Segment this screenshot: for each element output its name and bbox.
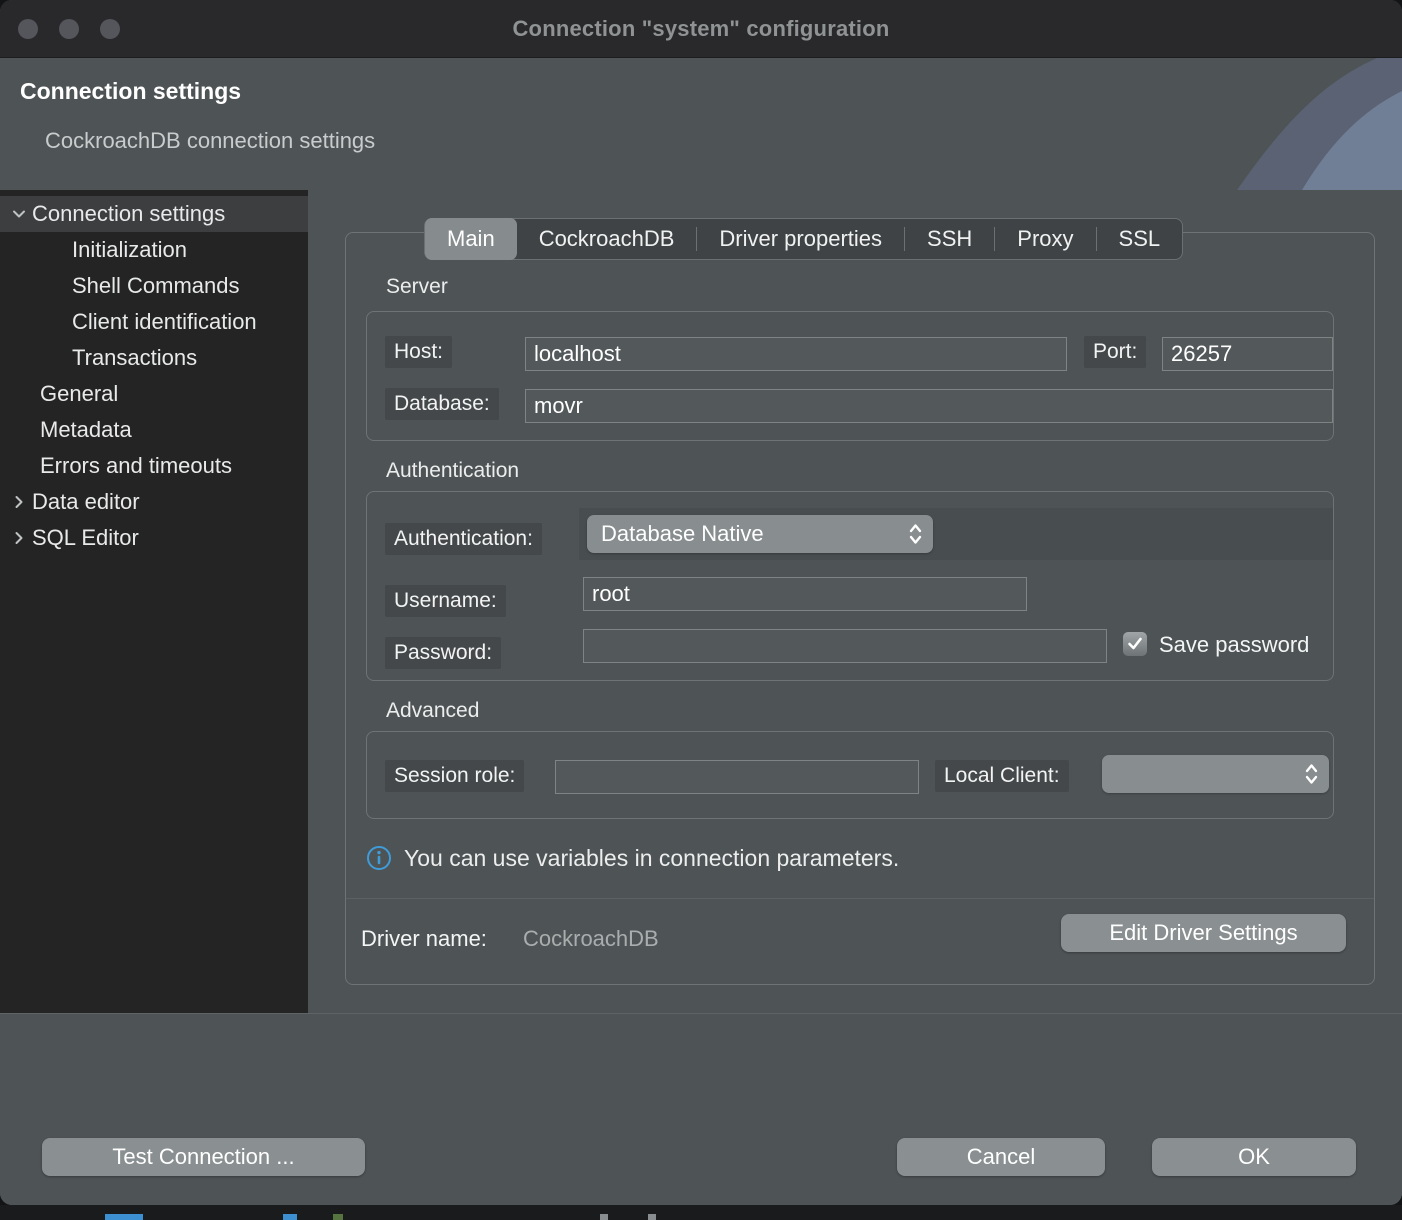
- username-input[interactable]: [583, 577, 1027, 611]
- test-connection-button[interactable]: Test Connection ...: [42, 1138, 365, 1176]
- sidebar-item-label: Client identification: [72, 309, 257, 335]
- checkmark-icon: [1127, 637, 1143, 651]
- driver-name-label: Driver name:: [361, 926, 487, 952]
- sidebar-item-client-identification[interactable]: Client identification: [0, 304, 308, 340]
- sidebar-item-errors-and-timeouts[interactable]: Errors and timeouts: [0, 448, 308, 484]
- authentication-select-value: Database Native: [601, 521, 908, 547]
- page-title: Connection settings: [20, 78, 241, 105]
- background-fragment: [648, 1214, 656, 1220]
- port-input[interactable]: [1162, 337, 1333, 371]
- save-password-label: Save password: [1159, 632, 1334, 658]
- sidebar-item-label: Metadata: [40, 417, 132, 443]
- driver-name-value: CockroachDB: [523, 926, 659, 952]
- sidebar-item-metadata[interactable]: Metadata: [0, 412, 308, 448]
- session-role-label: Session role:: [385, 760, 524, 792]
- sidebar-item-label: Data editor: [32, 489, 140, 515]
- sidebar-item-label: Initialization: [72, 237, 187, 263]
- connection-config-dialog: Connection "system" configuration Connec…: [0, 0, 1402, 1205]
- sidebar-item-label: Connection settings: [32, 201, 225, 227]
- chevron-down-icon[interactable]: [0, 205, 32, 223]
- local-client-label: Local Client:: [935, 760, 1069, 792]
- window-title: Connection "system" configuration: [512, 16, 889, 42]
- edit-driver-settings-button[interactable]: Edit Driver Settings: [1061, 914, 1346, 952]
- sidebar-item-initialization[interactable]: Initialization: [0, 232, 308, 268]
- select-chevrons-icon: [908, 521, 923, 547]
- chevron-right-icon[interactable]: [0, 493, 32, 511]
- authentication-select[interactable]: Database Native: [587, 515, 933, 553]
- settings-tree: Connection settings Initialization Shell…: [0, 190, 308, 1013]
- close-button[interactable]: [18, 19, 38, 39]
- tab-main[interactable]: Main: [425, 218, 517, 260]
- authentication-label: Authentication:: [385, 523, 542, 555]
- tab-ssh[interactable]: SSH: [905, 218, 994, 260]
- password-input[interactable]: [583, 629, 1107, 663]
- server-section-title: Server: [386, 275, 448, 299]
- username-label: Username:: [385, 585, 506, 617]
- host-label: Host:: [385, 336, 452, 368]
- advanced-group: Session role: Local Client:: [366, 731, 1334, 819]
- sidebar-item-transactions[interactable]: Transactions: [0, 340, 308, 376]
- sidebar-item-label: Transactions: [72, 345, 197, 371]
- local-client-select[interactable]: [1102, 755, 1329, 793]
- sidebar-item-data-editor[interactable]: Data editor: [0, 484, 308, 520]
- session-role-input[interactable]: [555, 760, 919, 794]
- database-input[interactable]: [525, 389, 1333, 423]
- sidebar-item-label: Shell Commands: [72, 273, 240, 299]
- advanced-section-title: Advanced: [386, 699, 479, 723]
- chevron-right-icon[interactable]: [0, 529, 32, 547]
- driver-separator: [346, 898, 1374, 899]
- tab-driver-properties[interactable]: Driver properties: [697, 218, 904, 260]
- dialog-footer: Test Connection ... Cancel OK: [0, 1013, 1402, 1205]
- settings-content: Main CockroachDB Driver properties SSH P…: [308, 190, 1402, 1013]
- background-fragment: [333, 1214, 343, 1220]
- sidebar-item-label: General: [40, 381, 118, 407]
- background-app-strip: [0, 1205, 1402, 1220]
- tab-cockroachdb[interactable]: CockroachDB: [517, 218, 697, 260]
- sidebar-item-label: SQL Editor: [32, 525, 139, 551]
- variables-hint-text: You can use variables in connection para…: [404, 845, 899, 872]
- minimize-button[interactable]: [59, 19, 79, 39]
- authentication-group: Authentication: Database Native Username…: [366, 491, 1334, 681]
- server-group: Host: Port: Database:: [366, 311, 1334, 441]
- select-chevrons-icon: [1304, 761, 1319, 787]
- info-icon: [366, 845, 392, 876]
- tab-proxy[interactable]: Proxy: [995, 218, 1095, 260]
- host-input[interactable]: [525, 337, 1067, 371]
- tab-ssl[interactable]: SSL: [1097, 218, 1183, 260]
- authentication-section-title: Authentication: [386, 459, 519, 483]
- zoom-button[interactable]: [100, 19, 120, 39]
- dialog-header: Connection settings CockroachDB connecti…: [0, 58, 1402, 190]
- sidebar-item-sql-editor[interactable]: SQL Editor: [0, 520, 308, 556]
- sidebar-item-general[interactable]: General: [0, 376, 308, 412]
- background-fragment: [600, 1214, 608, 1220]
- background-fragment: [105, 1214, 143, 1220]
- password-label: Password:: [385, 637, 501, 669]
- main-tab-panel: Server Host: Port: Database: Authenticat…: [345, 232, 1375, 985]
- sidebar-item-shell-commands[interactable]: Shell Commands: [0, 268, 308, 304]
- title-bar: Connection "system" configuration: [0, 0, 1402, 58]
- port-label: Port:: [1084, 336, 1146, 368]
- tab-bar: Main CockroachDB Driver properties SSH P…: [424, 218, 1183, 260]
- cancel-button[interactable]: Cancel: [897, 1138, 1105, 1176]
- save-password-checkbox[interactable]: [1123, 632, 1147, 656]
- sidebar-item-connection-settings[interactable]: Connection settings: [0, 196, 308, 232]
- sidebar-item-label: Errors and timeouts: [40, 453, 232, 479]
- page-subtitle: CockroachDB connection settings: [45, 128, 375, 154]
- database-label: Database:: [385, 388, 499, 420]
- ok-button[interactable]: OK: [1152, 1138, 1356, 1176]
- background-fragment: [283, 1214, 297, 1220]
- decorative-swoosh: [1142, 58, 1402, 190]
